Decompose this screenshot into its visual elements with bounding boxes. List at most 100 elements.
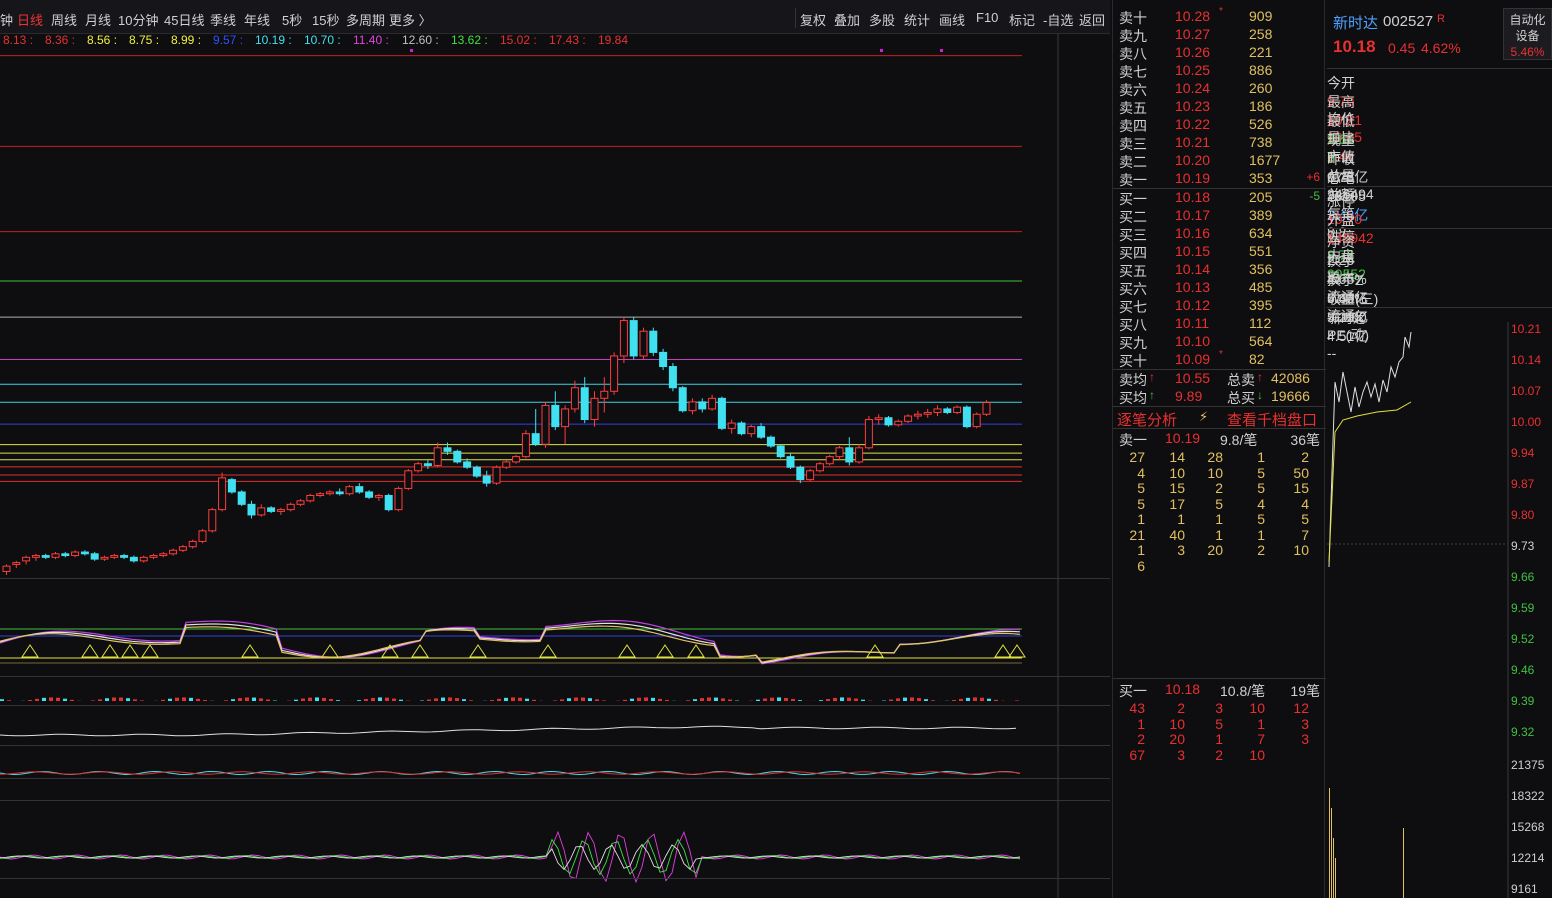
sell-level-row[interactable]: 卖七 10.25 886: [1113, 62, 1326, 80]
candle-body: [502, 461, 511, 468]
book-level-label: 卖八: [1119, 46, 1147, 62]
ind2-bar: [756, 699, 760, 701]
book-volume: 389: [1249, 207, 1273, 223]
ind2-bar: [791, 699, 795, 701]
ind2-bar: [196, 698, 200, 701]
candle-body: [12, 562, 21, 565]
mini-price-tick: 9.39: [1511, 694, 1535, 708]
candle-body: [22, 556, 31, 562]
candle-body: [120, 555, 129, 558]
book-change: -5: [1309, 189, 1320, 203]
ind2-bar: [448, 697, 452, 701]
ind2-line: [0, 725, 1017, 737]
tick-cell: 2: [1257, 542, 1265, 558]
tick-cell: 4: [1257, 495, 1265, 512]
buy-level-row[interactable]: 买六 10.13 485: [1113, 279, 1326, 297]
sell-level-row[interactable]: 卖十 10.28 * 909: [1113, 6, 1326, 26]
ind2-bar: [28, 700, 32, 701]
ind2-bar: [329, 699, 333, 701]
buy-level-row[interactable]: 买二 10.17 389: [1113, 207, 1326, 225]
ind2-bar: [224, 700, 228, 701]
candle-body: [835, 447, 844, 458]
buy-level-row[interactable]: 买七 10.12 395: [1113, 297, 1326, 315]
signal-dot: [410, 49, 413, 52]
book-level-label: 买六: [1119, 281, 1147, 297]
price-change: 0.45: [1388, 40, 1416, 56]
arrow-icon: ↑: [1257, 370, 1263, 384]
mini-volume-tick: 21375: [1511, 758, 1545, 772]
tick-cell: 2: [1215, 746, 1223, 763]
buy-level-row[interactable]: 买八 10.11 112: [1113, 315, 1326, 333]
sell-level-row[interactable]: 卖一 10.19 353 +6: [1113, 170, 1326, 188]
buy-signal-triangle: [141, 644, 159, 658]
quote-label: 现量: [1327, 132, 1355, 148]
book-price: 10.14: [1175, 261, 1211, 277]
sell-level-row[interactable]: 卖六 10.24 260: [1113, 80, 1326, 98]
ind2-bar: [133, 699, 137, 701]
sell-level-row[interactable]: 卖五 10.23 186: [1113, 98, 1326, 116]
arrow-icon: ↓: [1257, 388, 1263, 402]
sell-level-row[interactable]: 卖八 10.26 221: [1113, 44, 1326, 62]
candle-body: [953, 406, 962, 413]
ind2-bar: [497, 698, 501, 701]
candle-body: [766, 436, 775, 447]
tick-cell: 5: [1301, 511, 1309, 527]
buy-level-row[interactable]: 买十 10.09 * 82: [1113, 349, 1326, 369]
candle-body: [580, 387, 589, 421]
buy-level-row[interactable]: 买四 10.15 551: [1113, 243, 1326, 261]
buy-level-row[interactable]: 买一 10.18 205 -5: [1113, 189, 1326, 207]
ind2-bar: [462, 699, 466, 701]
ind2-bar: [840, 697, 844, 701]
sell-level-row[interactable]: 卖九 10.27 258: [1113, 26, 1326, 44]
depth-link[interactable]: 查看千档盘口: [1227, 409, 1317, 430]
candle-body: [512, 456, 521, 463]
tick-cell: 5: [1215, 715, 1223, 732]
ind2-bar: [441, 697, 445, 701]
mini-volume-tick: 18322: [1511, 789, 1545, 803]
ind2-bar: [266, 699, 270, 701]
book-price: 10.20: [1175, 152, 1211, 168]
buy-signal-triangle: [866, 644, 884, 658]
book-volume: 395: [1249, 297, 1273, 313]
ind2-bar: [700, 698, 704, 701]
mini-price-tick: 10.00: [1511, 415, 1542, 429]
pane-divider: [0, 800, 1110, 801]
mini-price-tick: 9.46: [1511, 663, 1535, 677]
candle-body: [698, 401, 707, 410]
tick-cell: 1: [1137, 715, 1145, 732]
mini-volume-bar: [1331, 808, 1332, 898]
buy-signal-triangle: [241, 644, 259, 658]
sell-level-row[interactable]: 卖四 10.22 526: [1113, 116, 1326, 134]
ind2-bar: [322, 697, 326, 701]
candle-body: [649, 330, 658, 353]
buy-level-row[interactable]: 买三 10.16 634: [1113, 225, 1326, 243]
kline-chart[interactable]: [0, 0, 1110, 898]
sector-button[interactable]: 自动化设备 5.46%: [1503, 8, 1552, 60]
candle-body: [796, 466, 805, 481]
avg-price: 9.89: [1175, 388, 1203, 404]
ind2-bar: [798, 700, 802, 701]
book-level-label: 卖五: [1119, 100, 1147, 116]
ind2-bar: [623, 699, 627, 701]
tick-cell: 7: [1257, 731, 1265, 747]
buy-level-row[interactable]: 买五 10.14 356: [1113, 261, 1326, 279]
book-level-label: 买五: [1119, 263, 1147, 279]
buy-signal-triangle: [81, 644, 99, 658]
tick-cell: 1: [1215, 511, 1223, 527]
ind2-bar: [567, 698, 571, 701]
quote-label: 换手Z: [1327, 272, 1364, 288]
ind2-bar: [357, 700, 361, 701]
pane-divider: [0, 578, 1110, 579]
sell-level-row[interactable]: 卖三 10.21 738: [1113, 134, 1326, 152]
quote-row: 最高 10.21 量比 1.47: [1327, 92, 1552, 164]
candle-body: [394, 487, 403, 511]
arrow-icon: ↑: [1149, 370, 1155, 384]
book-price: 10.27: [1175, 26, 1211, 42]
sell-level-row[interactable]: 卖二 10.20 1677: [1113, 152, 1326, 170]
book-volume: 205: [1249, 189, 1273, 205]
buy-signal-triangle: [411, 644, 429, 658]
ind2-bar: [994, 699, 998, 701]
tick-analysis-title[interactable]: 逐笔分析: [1117, 409, 1177, 430]
ind2-bar: [721, 698, 725, 701]
candle-body: [884, 417, 893, 426]
